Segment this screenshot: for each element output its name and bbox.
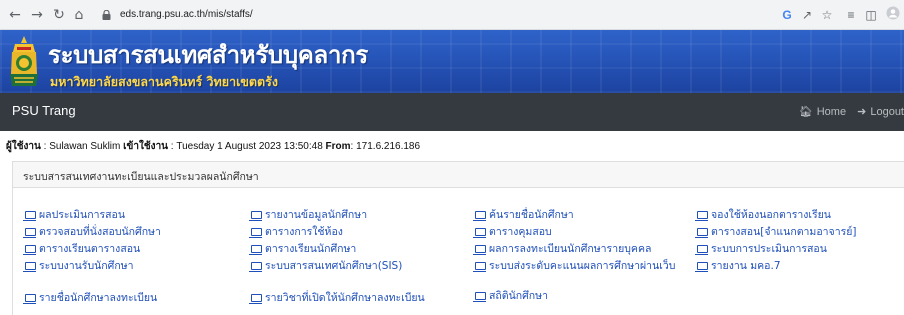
panel-title: ระบบสารสนเทศงานทะเบียนและประมวลผลนักศึกษ… xyxy=(23,171,259,183)
nav-logout-label: Logout xyxy=(870,106,904,118)
link-tqf7-report[interactable]: รายงาน มคอ.7 xyxy=(695,259,781,274)
link-label: ตารางเรียนนักศึกษา xyxy=(265,243,357,255)
login-label: เข้าใช้งาน xyxy=(123,141,169,152)
nav-logout-link[interactable]: ➜ Logout xyxy=(853,105,904,118)
computer-icon xyxy=(473,228,486,238)
login-time: : Tuesday 1 August 2023 13:50:48 xyxy=(170,141,323,152)
link-label: รายชื่อนักศึกษาลงทะเบียน xyxy=(39,292,158,304)
share-icon[interactable]: ↗ xyxy=(798,6,816,24)
panel-header: ระบบสารสนเทศงานทะเบียนและประมวลผลนักศึกษ… xyxy=(12,161,904,188)
reload-icon[interactable]: ↻ xyxy=(50,6,68,24)
computer-icon xyxy=(695,228,708,238)
link-individual-registration-results[interactable]: ผลการลงทะเบียนนักศึกษารายบุคคล xyxy=(473,242,652,257)
computer-icon xyxy=(249,294,262,304)
link-open-courses[interactable]: รายวิชาที่เปิดให้นักศึกษาลงทะเบียน xyxy=(249,291,425,306)
link-label: จองใช้ห้องนอกตารางเรียน xyxy=(711,209,831,221)
computer-icon xyxy=(695,245,708,255)
forward-icon[interactable]: → xyxy=(28,6,46,24)
link-label: รายงาน มคอ.7 xyxy=(711,260,781,272)
url-text: eds.trang.psu.ac.th/mis/staffs/ xyxy=(120,9,253,20)
link-student-data-report[interactable]: รายงานข้อมูลนักศึกษา xyxy=(249,208,368,223)
site-subtitle: มหาวิทยาลัยสงขลานครินทร์ วิทยาเขตตรัง xyxy=(50,74,278,89)
panel-body: ผลประเมินการสอน รายงานข้อมูลนักศึกษา ค้น… xyxy=(12,188,904,315)
back-icon[interactable]: ← xyxy=(6,6,24,24)
link-label: ตรวจสอบที่นั่งสอบนักศึกษา xyxy=(39,226,161,238)
computer-icon xyxy=(473,262,486,272)
link-label: ระบบสารสนเทศนักศึกษา(SIS) xyxy=(265,260,403,272)
top-navbar: PSU Trang 🏠︎ Home ➜ Logout xyxy=(0,93,904,131)
nav-home-link[interactable]: 🏠︎ Home xyxy=(795,105,846,118)
computer-icon xyxy=(249,262,262,272)
link-exam-seat-check[interactable]: ตรวจสอบที่นั่งสอบนักศึกษา xyxy=(23,225,161,240)
from-label: From xyxy=(325,141,351,152)
navbar-links: 🏠︎ Home ➜ Logout xyxy=(791,105,904,118)
link-student-information-system[interactable]: ระบบสารสนเทศนักศึกษา(SIS) xyxy=(249,259,403,274)
logout-icon: ➜ xyxy=(857,106,867,118)
reading-list-icon[interactable]: ≡ xyxy=(842,6,860,24)
link-label: ตารางสอน[จำแนกตามอาจารย์] xyxy=(711,226,857,238)
link-student-statistics[interactable]: สถิตินักศึกษา xyxy=(473,289,548,304)
link-web-grade-submission[interactable]: ระบบส่งระดับคะแนนผลการศึกษาผ่านเว็บ xyxy=(473,259,694,274)
link-label: สถิตินักศึกษา xyxy=(489,290,548,302)
navbar-brand[interactable]: PSU Trang xyxy=(12,103,76,118)
home-icon: 🏠︎ xyxy=(798,106,813,118)
link-label: ระบบส่งระดับคะแนนผลการศึกษาผ่านเว็บ xyxy=(489,260,676,272)
link-teaching-schedule-by-lecturer[interactable]: ตารางสอน[จำแนกตามอาจารย์] xyxy=(695,225,857,240)
link-label: ตารางคุมสอบ xyxy=(489,226,552,238)
browser-toolbar: ← → ↻ ⌂ eds.trang.psu.ac.th/mis/staffs/ … xyxy=(0,0,904,30)
link-label: รายวิชาที่เปิดให้นักศึกษาลงทะเบียน xyxy=(265,292,425,304)
link-label: ตารางเรียนตารางสอน xyxy=(39,243,141,255)
computer-icon xyxy=(695,262,708,272)
address-bar[interactable]: eds.trang.psu.ac.th/mis/staffs/ xyxy=(92,4,732,26)
computer-icon xyxy=(695,211,708,221)
link-class-teaching-schedule[interactable]: ตารางเรียนตารางสอน xyxy=(23,242,141,257)
site-banner: ระบบสารสนเทศสำหรับบุคลากร มหาวิทยาลัยสงข… xyxy=(0,30,904,93)
computer-icon xyxy=(23,294,36,304)
link-student-name-search[interactable]: ค้นรายชื่อนักศึกษา xyxy=(473,208,574,223)
bookmark-star-icon[interactable]: ☆ xyxy=(818,6,836,24)
link-label: ระบบการประเมินการสอน xyxy=(711,243,827,255)
computer-icon xyxy=(473,245,486,255)
link-label: ตารางการใช้ห้อง xyxy=(265,226,343,238)
link-teaching-evaluation-results[interactable]: ผลประเมินการสอน xyxy=(23,208,126,223)
computer-icon xyxy=(249,211,262,221)
computer-icon xyxy=(249,228,262,238)
computer-icon xyxy=(473,211,486,221)
link-student-timetable[interactable]: ตารางเรียนนักศึกษา xyxy=(249,242,357,257)
link-room-booking[interactable]: จองใช้ห้องนอกตารางเรียน xyxy=(695,208,831,223)
link-label: ผลประเมินการสอน xyxy=(39,209,126,221)
link-label: ผลการลงทะเบียนนักศึกษารายบุคคล xyxy=(489,243,652,255)
computer-icon xyxy=(23,262,36,272)
link-teaching-evaluation-system[interactable]: ระบบการประเมินการสอน xyxy=(695,242,827,257)
computer-icon xyxy=(23,245,36,255)
google-icon[interactable]: G xyxy=(778,6,796,24)
link-label: ค้นรายชื่อนักศึกษา xyxy=(489,209,574,221)
user-name: : Sulawan Suklim xyxy=(43,141,121,152)
university-seal-icon xyxy=(10,36,38,86)
link-registered-student-list[interactable]: รายชื่อนักศึกษาลงทะเบียน xyxy=(23,291,158,306)
link-label: ระบบงานรับนักศึกษา xyxy=(39,260,134,272)
link-student-admission-system[interactable]: ระบบงานรับนักศึกษา xyxy=(23,259,134,274)
nav-home-label: Home xyxy=(816,106,847,118)
user-label: ผู้ใช้งาน xyxy=(6,141,41,152)
link-label: รายงานข้อมูลนักศึกษา xyxy=(265,209,368,221)
link-room-usage-schedule[interactable]: ตารางการใช้ห้อง xyxy=(249,225,343,240)
lock-icon xyxy=(102,10,111,20)
profile-icon[interactable] xyxy=(884,6,902,24)
site-title: ระบบสารสนเทศสำหรับบุคลากร xyxy=(48,41,368,69)
home-icon[interactable]: ⌂ xyxy=(70,6,88,24)
side-panel-icon[interactable]: ◫ xyxy=(862,6,880,24)
link-exam-proctor-schedule[interactable]: ตารางคุมสอบ xyxy=(473,225,552,240)
computer-icon xyxy=(249,245,262,255)
user-session-info: ผู้ใช้งาน : Sulawan Suklim เข้าใช้งาน : … xyxy=(6,139,420,154)
from-ip: : 171.6.216.186 xyxy=(350,141,421,152)
computer-icon xyxy=(473,292,486,302)
computer-icon xyxy=(23,228,36,238)
computer-icon xyxy=(23,211,36,221)
